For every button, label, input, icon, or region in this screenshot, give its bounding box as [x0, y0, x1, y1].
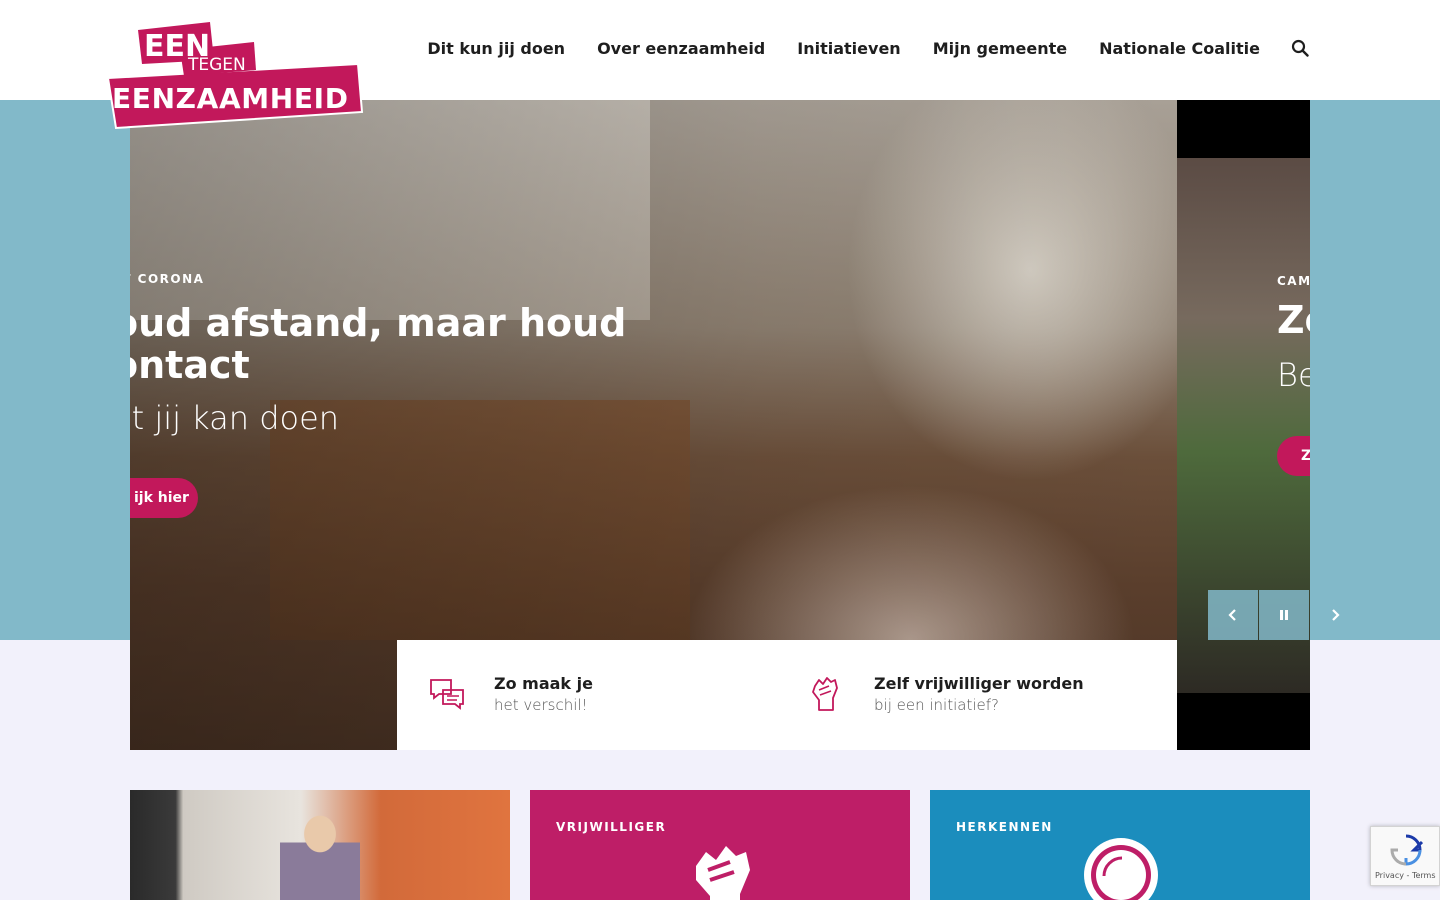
logo-text-tegen: TEGEN [187, 55, 246, 75]
quick-link-title: Zo maak je [494, 674, 593, 693]
nav-item-dit-kun-jij-doen[interactable]: Dit kun jij doen [427, 39, 565, 58]
card-vrijwilliger[interactable]: VRIJWILLIGER [530, 790, 910, 900]
nav-item-initiatieven[interactable]: Initiatieven [797, 39, 900, 58]
card-herkennen[interactable]: HERKENNEN [930, 790, 1310, 900]
slide-kicker: CT CORONA [130, 272, 205, 286]
slide-subtitle: at jij kan doen [130, 399, 340, 437]
nav-item-nationale-coalitie[interactable]: Nationale Coalitie [1099, 39, 1260, 58]
raised-fist-icon [812, 677, 838, 711]
slide-next-title: Zo [1277, 298, 1310, 342]
raised-fist-icon [696, 846, 750, 900]
circle-icon [1084, 838, 1158, 900]
slide-next-kicker: CAMI [1277, 274, 1310, 288]
card-label: VRIJWILLIGER [556, 820, 667, 834]
logo-text-eenzaamheid: EENZAAMHEID [112, 82, 348, 115]
quick-link-subtitle: bij een initiatief? [874, 696, 999, 714]
nav-item-mijn-gemeente[interactable]: Mijn gemeente [933, 39, 1067, 58]
slide-next-cta-button[interactable]: Z [1277, 436, 1310, 476]
quick-link-subtitle: het verschil! [494, 696, 588, 714]
card-photo[interactable] [130, 790, 510, 900]
pause-icon [1280, 610, 1288, 620]
recaptcha-links[interactable]: Privacy - Terms [1375, 871, 1436, 880]
card-label: HERKENNEN [956, 820, 1053, 834]
recaptcha-badge[interactable]: Privacy - Terms [1370, 826, 1440, 886]
slide-title: oud afstand, maar houd ontact [130, 301, 627, 387]
chevron-right-icon [1332, 609, 1340, 621]
chevron-left-icon [1228, 609, 1236, 621]
search-icon[interactable] [1290, 38, 1310, 58]
slide-text: CT CORONA oud afstand, maar houd ontact … [130, 272, 632, 438]
slide-cta-button[interactable]: ijk hier [130, 478, 198, 518]
quick-links: Zo maak je het verschil! Zelf vrijwillig… [397, 640, 1177, 750]
slider-prev-button[interactable] [1208, 590, 1258, 640]
quick-link-verschil[interactable]: Zo maak je het verschil! [397, 640, 787, 750]
quick-link-title: Zelf vrijwilliger worden [874, 674, 1084, 693]
main-nav: Dit kun jij doen Over eenzaamheid Initia… [395, 38, 1310, 58]
slide-next-subtitle: Be [1277, 356, 1310, 394]
chat-bubbles-icon [430, 679, 464, 710]
slider-controls [1208, 590, 1361, 640]
site-logo[interactable]: EEN TEGEN EENZAAMHEID [104, 20, 366, 132]
slider-next-button[interactable] [1310, 590, 1360, 640]
card-photo-person [280, 804, 360, 900]
slider-pause-button[interactable] [1259, 590, 1309, 640]
quick-link-vrijwilliger[interactable]: Zelf vrijwilliger worden bij een initiat… [787, 640, 1177, 750]
recaptcha-icon [1390, 834, 1423, 866]
hero-slide-next[interactable]: CAMI Zo Be Z [1177, 100, 1310, 750]
nav-item-over-eenzaamheid[interactable]: Over eenzaamheid [597, 39, 765, 58]
